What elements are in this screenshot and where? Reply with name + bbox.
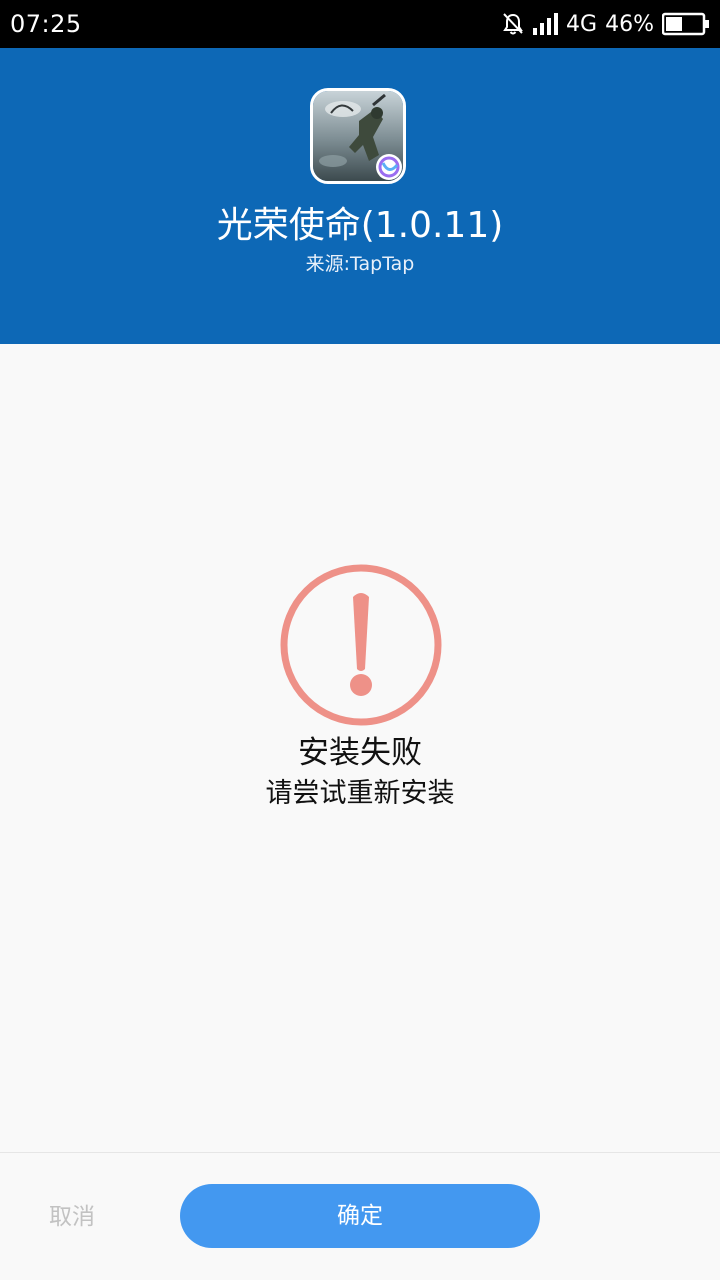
app-header: 光荣使命(1.0.11) 来源:TapTap [0, 48, 720, 344]
bell-off-icon [502, 12, 524, 36]
confirm-button[interactable]: 确定 [180, 1184, 540, 1248]
app-source: 来源:TapTap [305, 253, 415, 275]
error-exclamation-icon [279, 563, 443, 727]
status-time: 07:25 [10, 10, 82, 38]
error-subtitle: 请尝试重新安装 [265, 778, 455, 809]
signal-icon [532, 13, 559, 35]
status-bar: 07:25 4G 46% [0, 0, 720, 48]
status-indicators: 4G 46% [502, 12, 710, 37]
app-title: 光荣使命(1.0.11) [216, 205, 504, 246]
footer-divider [0, 1152, 720, 1153]
network-type: 4G [566, 11, 598, 37]
cancel-button[interactable]: 取消 [30, 1194, 114, 1240]
app-game-icon [310, 88, 406, 184]
battery-icon [662, 12, 710, 36]
error-title: 安装失败 [298, 735, 422, 771]
battery-percent: 46% [605, 11, 654, 37]
